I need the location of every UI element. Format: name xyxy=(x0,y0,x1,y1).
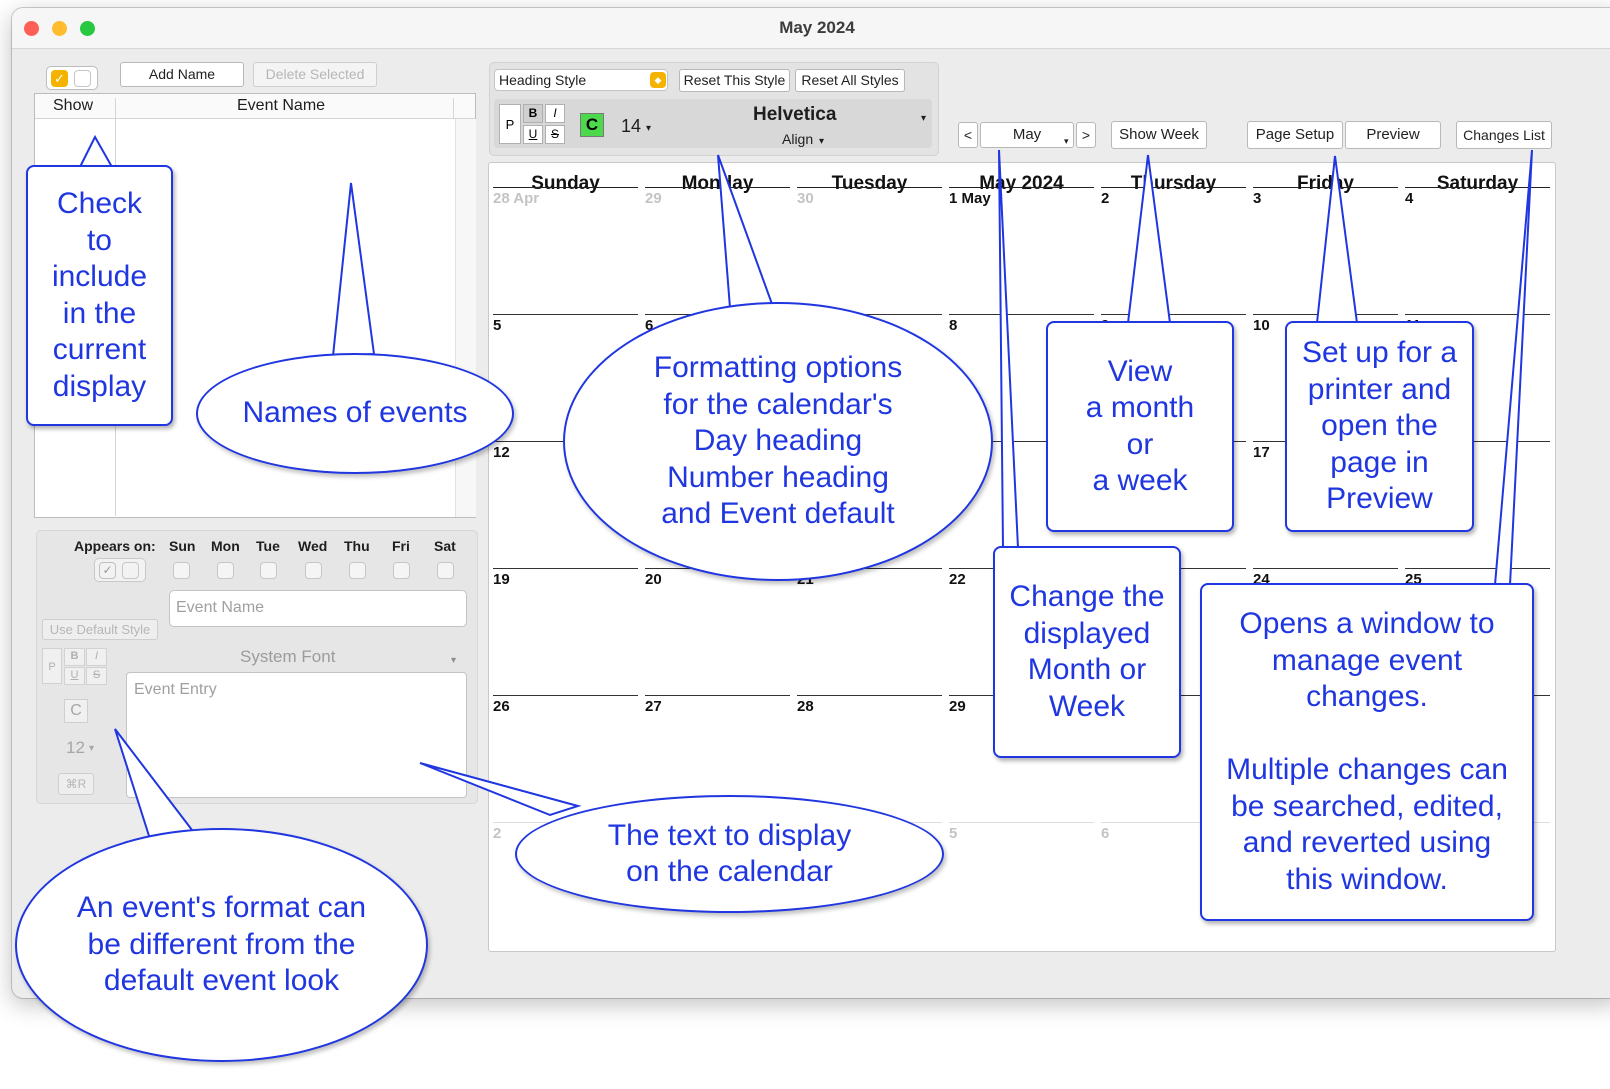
callout-check: Check to include in the current display xyxy=(26,165,173,426)
callout-names: Names of events xyxy=(196,353,514,474)
callout-text: The text to display on the calendar xyxy=(515,795,944,913)
callout-tail-names xyxy=(331,182,376,358)
callout-tail-text xyxy=(419,762,582,817)
callout-opens: Opens a window to manage event changes. … xyxy=(1200,583,1534,921)
callout-change: Change the displayed Month or Week xyxy=(993,546,1181,758)
callout-text-text: The text to display on the calendar xyxy=(607,818,852,889)
callout-change-text: Change the displayed Month or Week xyxy=(1009,580,1165,723)
callout-view-text: View a month or a week xyxy=(1085,354,1195,498)
callout-format: An event's format can be different from … xyxy=(15,828,428,1062)
callout-tail-view xyxy=(1126,154,1172,324)
callout-format-text: An event's format can be different from … xyxy=(76,891,367,998)
callout-tail-check xyxy=(78,134,114,168)
callout-tail-formatting xyxy=(717,154,774,310)
callout-formatting: Formatting options for the calendar's Da… xyxy=(563,302,993,581)
callout-setup-text: Set up for a printer and open the page i… xyxy=(1301,336,1458,516)
callout-names-text: Names of events xyxy=(242,396,468,430)
callout-view: View a month or a week xyxy=(1046,321,1234,532)
callout-formatting-text: Formatting options for the calendar's Da… xyxy=(653,351,903,531)
callout-setup: Set up for a printer and open the page i… xyxy=(1285,321,1474,532)
callout-tail-format xyxy=(114,728,194,841)
callout-tail-setup xyxy=(1315,155,1359,324)
callout-tail-change xyxy=(998,149,1020,549)
callout-opens-text: Opens a window to manage event changes. … xyxy=(1226,607,1508,896)
callout-check-text: Check to include in the current display xyxy=(51,187,148,403)
callout-tail-opens xyxy=(1493,149,1533,586)
